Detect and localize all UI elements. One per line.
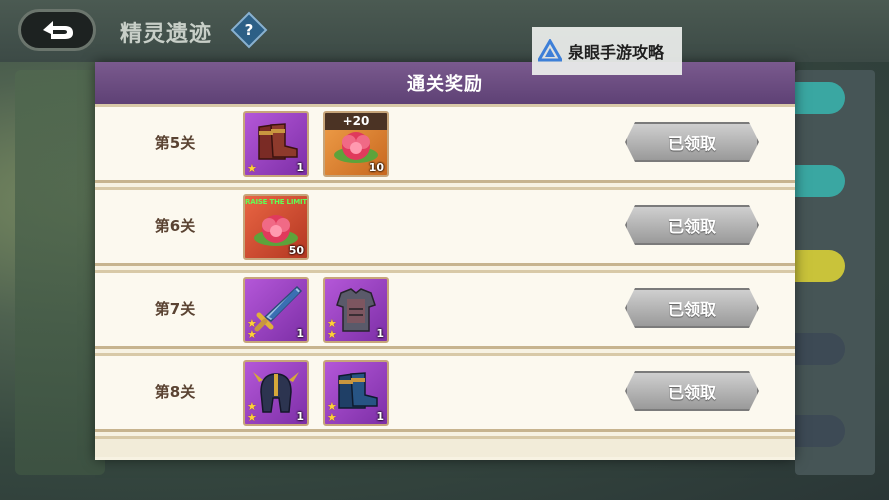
reward-item-flower[interactable]: RAISE THE LIMIT 50 bbox=[243, 194, 309, 260]
clear-rewards-modal: 通关奖励 第5关 ★ 1 +20 10 已领取 第6关 RAISE THE LI… bbox=[95, 62, 795, 460]
background-challenge-tab bbox=[795, 415, 845, 447]
page-title: 精灵遗迹 bbox=[120, 22, 213, 47]
star-rating: ★ ★ bbox=[327, 400, 337, 424]
reward-item-boots[interactable]: ★ ★ 1 bbox=[323, 360, 389, 426]
background-side-panel bbox=[15, 70, 105, 475]
top-bar: 精灵遗迹 ? bbox=[0, 0, 889, 62]
item-count: 1 bbox=[376, 410, 384, 423]
item-count: 50 bbox=[288, 244, 304, 257]
background-challenge-tab bbox=[795, 333, 845, 365]
background-challenge-tab bbox=[795, 82, 845, 114]
claimed-button[interactable]: 已领取 bbox=[625, 122, 759, 162]
bonus-badge: +20 bbox=[325, 113, 387, 130]
background-challenge-tab bbox=[795, 250, 845, 282]
watermark-text: 泉眼手游攻略 bbox=[568, 43, 665, 62]
reward-row: 第5关 ★ 1 +20 10 已领取 bbox=[95, 104, 795, 183]
back-button[interactable] bbox=[18, 9, 96, 51]
item-banner: RAISE THE LIMIT bbox=[245, 198, 307, 206]
stage-label: 第6关 bbox=[154, 217, 196, 235]
star-rating: ★ ★ bbox=[247, 400, 257, 424]
claimed-button[interactable]: 已领取 bbox=[625, 371, 759, 411]
star-rating: ★ bbox=[247, 162, 257, 175]
watermark: 泉眼手游攻略 bbox=[532, 27, 682, 75]
stage-label: 第7关 bbox=[154, 300, 196, 318]
claimed-button[interactable]: 已领取 bbox=[625, 205, 759, 245]
claimed-button[interactable]: 已领取 bbox=[625, 288, 759, 328]
star-rating: ★ ★ bbox=[247, 317, 257, 341]
modal-title: 通关奖励 bbox=[407, 74, 483, 95]
reward-row: 第8关 ★ ★ 1 ★ ★ 1 已领取 bbox=[95, 353, 795, 432]
reward-row: 第6关 RAISE THE LIMIT 50 已领取 bbox=[95, 187, 795, 266]
background-challenge-tab bbox=[795, 165, 845, 197]
reward-row: 第7关 ★ ★ 1 ★ ★ 1 已领取 bbox=[95, 270, 795, 349]
reward-item-helmet[interactable]: ★ ★ 1 bbox=[243, 360, 309, 426]
item-count: 1 bbox=[376, 327, 384, 340]
item-count: 1 bbox=[296, 327, 304, 340]
reward-list[interactable]: 第5关 ★ 1 +20 10 已领取 第6关 RAISE THE LIMIT 5… bbox=[95, 104, 795, 460]
stage-label: 第8关 bbox=[154, 383, 196, 401]
item-count: 1 bbox=[296, 410, 304, 423]
modal-header: 通关奖励 bbox=[95, 62, 795, 104]
stage-label: 第5关 bbox=[154, 134, 196, 152]
star-rating: ★ ★ bbox=[327, 317, 337, 341]
item-count: 10 bbox=[368, 161, 384, 174]
item-count: 1 bbox=[296, 161, 304, 174]
help-icon[interactable]: ? bbox=[230, 11, 268, 49]
reward-item-armor[interactable]: ★ ★ 1 bbox=[323, 277, 389, 343]
back-arrow-icon bbox=[43, 21, 73, 39]
reward-item-sword[interactable]: ★ ★ 1 bbox=[243, 277, 309, 343]
reward-item-flower[interactable]: +20 10 bbox=[323, 111, 389, 177]
triangle-logo-icon bbox=[538, 39, 562, 62]
reward-item-boots[interactable]: ★ 1 bbox=[243, 111, 309, 177]
next-row-peek bbox=[95, 436, 795, 457]
